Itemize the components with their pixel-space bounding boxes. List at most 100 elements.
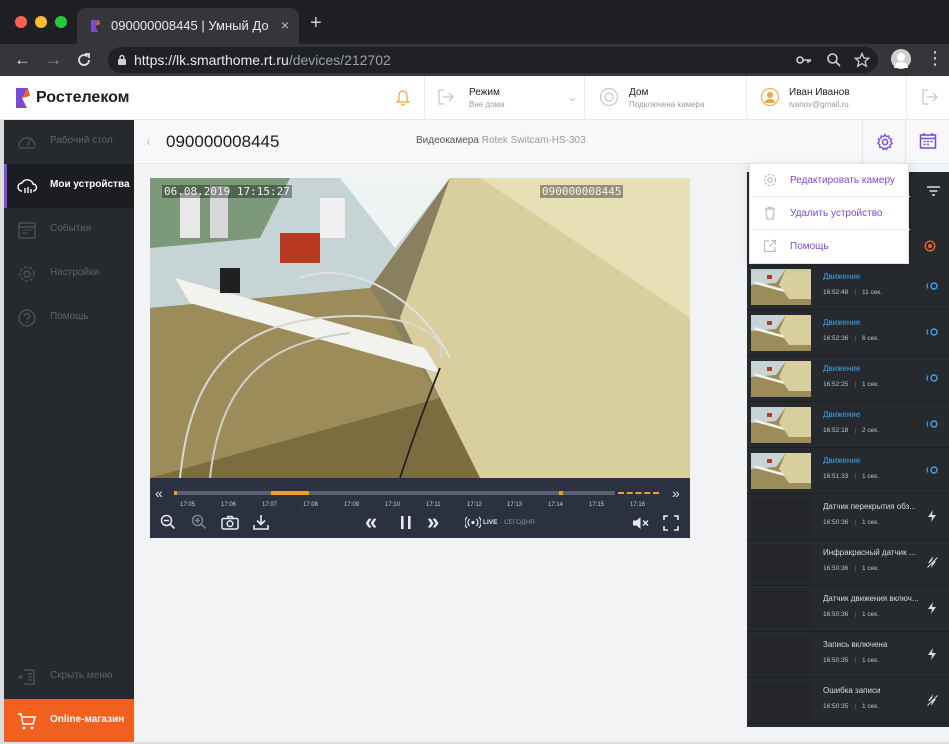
lightning-off-icon (926, 556, 938, 568)
event-thumbnail (751, 545, 811, 581)
sidebar-item-label: Рабочий стол (50, 135, 113, 146)
exit-icon (438, 89, 454, 105)
event-time: 16:50:36 (823, 611, 849, 618)
timeline-next-icon[interactable]: » (672, 485, 680, 501)
zoom-out-icon[interactable] (160, 514, 176, 530)
event-row[interactable]: Датчик движения включ... 16:50:36 | 1 сек. (747, 586, 949, 632)
sidebar-item-help[interactable]: Помощь (4, 296, 134, 340)
help-menu-item[interactable]: Помощь (750, 230, 910, 263)
event-time: 16:50:36 (823, 565, 849, 572)
zoom-icon[interactable] (826, 52, 842, 68)
video-controls: « » 17:05 17:06 17:07 17:08 17:09 17:10 … (150, 482, 690, 538)
shopping-cart-icon (18, 713, 36, 730)
online-shop-button[interactable]: Online-магазин (4, 699, 134, 742)
event-row[interactable]: Запись включена 16:50:35 | 1 сек. (747, 632, 949, 678)
timeline-prev-icon[interactable]: « (155, 485, 163, 501)
logo-text[interactable]: Ростелеком (36, 89, 130, 107)
key-icon[interactable] (796, 53, 812, 67)
event-thumbnail (751, 499, 811, 535)
event-row[interactable]: Движение 16:51:33 | 1 сек. (747, 448, 949, 494)
minimize-window-button[interactable] (35, 16, 47, 28)
edit-camera-menu-item[interactable]: Редактировать камеру (750, 164, 910, 197)
event-title: Движение (823, 364, 861, 373)
trash-icon (765, 206, 775, 220)
user-email: ivanov@gmail.ru (789, 100, 849, 109)
calendar-button[interactable] (905, 120, 949, 164)
event-row[interactable]: Движение 16:52:18 | 2 сек. (747, 402, 949, 448)
event-duration: 1 сек. (862, 611, 879, 618)
motion-signal-icon (926, 328, 938, 336)
timeline-tick: 17:15 (589, 502, 605, 508)
maximize-window-button[interactable] (55, 16, 67, 28)
mute-speaker-icon[interactable] (632, 516, 649, 530)
event-title: Движение (823, 318, 861, 327)
rostelecom-logo-icon[interactable] (14, 86, 32, 110)
sidebar-item-label: События (50, 223, 92, 234)
download-icon[interactable] (252, 513, 270, 531)
zoom-in-icon[interactable] (191, 514, 207, 530)
event-row[interactable]: Инфракрасный датчик ... 16:50:36 | 1 сек. (747, 540, 949, 586)
favicon-icon (91, 20, 100, 32)
rewind-icon[interactable]: « (365, 509, 377, 535)
sidebar-item-settings[interactable]: Настройки (4, 252, 134, 296)
home-subtitle: Подключена камера (629, 100, 705, 109)
event-row[interactable]: Движение 16:52:36 | 6 сек. (747, 310, 949, 356)
url-host: https://lk.smarthome.rt.ru (134, 52, 289, 68)
event-row[interactable]: Движение 16:52:25 | 1 сек. (747, 356, 949, 402)
event-thumbnail (751, 315, 811, 351)
event-duration: 1 сек. (862, 473, 879, 480)
cloud-devices-icon (17, 179, 38, 193)
delete-device-menu-item[interactable]: Удалить устройство (750, 197, 910, 230)
browser-menu-icon[interactable]: ⋮ (926, 48, 944, 69)
alert-status-icon (924, 240, 936, 252)
event-separator: | (854, 611, 857, 618)
event-row[interactable]: Датчик перекрытия обз... 16:50:36 | 1 сек. (747, 494, 949, 540)
browser-tab[interactable]: 090000008445 | Умный Дом × (77, 8, 299, 44)
live-broadcast-icon[interactable] (465, 516, 481, 529)
reload-icon[interactable] (76, 52, 92, 68)
new-tab-button[interactable]: + (310, 12, 322, 35)
event-meta: 16:50:36 | 1 сек. (823, 611, 879, 618)
user-profile[interactable]: Иван Иванов ivanov@gmail.ru (746, 76, 906, 120)
tab-close-icon[interactable]: × (281, 17, 289, 33)
event-thumbnail (751, 637, 811, 673)
sidebar-item-devices[interactable]: Мои устройства (4, 164, 134, 208)
address-bar[interactable]: https://lk.smarthome.rt.ru/devices/21270… (108, 47, 878, 73)
forward-arrow-icon[interactable]: → (45, 50, 62, 70)
back-chevron-icon[interactable]: ‹ (146, 133, 151, 150)
motion-signal-icon (926, 374, 938, 382)
mode-subtitle: Вне дома (469, 100, 505, 109)
event-row[interactable]: Движение 16:52:48 | 11 сек. (747, 264, 949, 310)
timeline-track[interactable] (174, 491, 659, 495)
sidebar-item-dashboard[interactable]: Рабочий стол (4, 120, 134, 164)
hide-menu-button[interactable]: Скрыть меню (4, 655, 134, 699)
sidebar-item-label: Помощь (50, 311, 89, 322)
event-thumbnail (751, 683, 811, 719)
snapshot-camera-icon[interactable] (221, 515, 239, 530)
live-label[interactable]: LIVE (483, 519, 497, 526)
calendar-icon (919, 133, 937, 149)
event-row[interactable]: Ошибка записи 16:50:35 | 1 сек. (747, 678, 949, 724)
fullscreen-icon[interactable] (663, 515, 679, 531)
event-meta: 16:52:48 | 11 сек. (823, 289, 882, 296)
device-title: 090000008445 (166, 132, 280, 151)
menu-item-label: Помощь (790, 241, 829, 252)
logout-button[interactable] (906, 76, 949, 120)
fast-forward-icon[interactable]: » (427, 509, 439, 535)
pause-icon[interactable] (400, 515, 412, 530)
lightning-icon (928, 648, 936, 660)
event-duration: 11 сек. (862, 289, 883, 296)
mode-selector[interactable]: Режим Вне дома ⌄ (424, 76, 584, 120)
back-arrow-icon[interactable]: ← (14, 50, 31, 70)
event-title: Движение (823, 456, 861, 465)
close-window-button[interactable] (15, 16, 27, 28)
timeline-tick: 17:16 (630, 502, 646, 508)
filter-icon[interactable] (927, 186, 940, 196)
notification-bell-icon[interactable] (396, 90, 410, 106)
profile-avatar-icon[interactable] (891, 49, 911, 69)
camera-settings-button[interactable] (862, 120, 905, 164)
bookmark-star-icon[interactable] (854, 52, 870, 68)
home-selector[interactable]: Дом Подключена камера (584, 76, 746, 120)
sidebar-item-events[interactable]: События (4, 208, 134, 252)
question-icon (18, 309, 36, 327)
